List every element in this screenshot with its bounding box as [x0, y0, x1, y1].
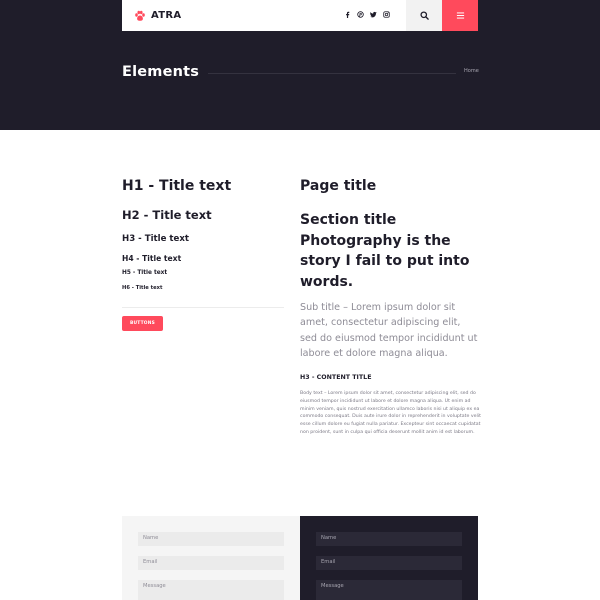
menu-button[interactable] — [442, 0, 478, 31]
email-field[interactable]: Email — [138, 556, 284, 570]
logo-text: ATRA — [151, 10, 182, 21]
message-field[interactable]: Message — [316, 580, 462, 600]
buttons-button[interactable]: BUTTONS — [122, 316, 163, 331]
heading-h3: H3 - Title text — [122, 234, 189, 244]
contact-form-dark: Name Email Message — [300, 516, 478, 600]
sample-sub-title: Sub title – Lorem ipsum dolor sit amet, … — [300, 302, 478, 359]
heading-h1: H1 - Title text — [122, 178, 232, 194]
facebook-icon[interactable] — [344, 10, 351, 19]
name-field[interactable]: Name — [316, 532, 462, 546]
instagram-icon[interactable] — [383, 10, 390, 19]
social-links — [344, 10, 390, 19]
paw-icon — [134, 10, 146, 22]
twitter-icon[interactable] — [370, 10, 377, 19]
page-title: Elements — [122, 64, 200, 80]
logo[interactable]: ATRA — [134, 8, 181, 23]
menu-icon — [456, 11, 465, 20]
name-field[interactable]: Name — [138, 532, 284, 546]
heading-h4: H4 - Title text — [122, 254, 182, 263]
navbar: ATRA — [122, 0, 478, 31]
heading-h6: H6 - Title text — [122, 285, 163, 291]
heading-h5: H5 - Title text — [122, 270, 168, 276]
heading-h2: H2 - Title text — [122, 208, 212, 222]
search-icon — [419, 11, 429, 20]
body-text: Body text – Lorem ipsum dolor sit amet, … — [300, 391, 481, 435]
title-divider — [208, 73, 456, 74]
content-title: H3 - CONTENT TITLE — [300, 374, 372, 381]
breadcrumb-home[interactable]: Home — [464, 68, 479, 74]
search-button[interactable] — [406, 0, 442, 31]
headings-divider — [122, 307, 284, 308]
sample-page-title: Page title — [300, 178, 377, 194]
sample-section-title: Section title Photography is the story I… — [300, 212, 470, 290]
pinterest-icon[interactable] — [357, 10, 364, 19]
email-field[interactable]: Email — [316, 556, 462, 570]
message-field[interactable]: Message — [138, 580, 284, 600]
contact-form-light: Name Email Message — [122, 516, 300, 600]
